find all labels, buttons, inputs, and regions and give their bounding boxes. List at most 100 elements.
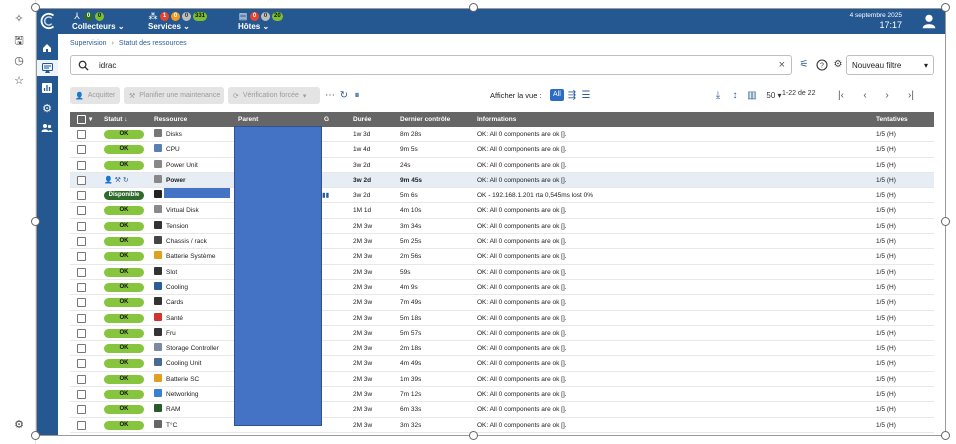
table-row[interactable]: OK Virtual Disk 1M 1d 4m 10s OK: All 0 compo… (70, 203, 934, 219)
refresh-icon[interactable]: ↻ (338, 89, 350, 102)
table-row[interactable]: OK Disks 1w 3d 8m 28s OK: All 0 components a… (70, 127, 934, 143)
monitoring-icon[interactable] (36, 60, 58, 76)
resource-cell[interactable]: Fru (154, 326, 176, 341)
columns-icon[interactable]: ▥ (746, 89, 758, 102)
maintenance-row-icon[interactable]: ⚒ (115, 177, 121, 184)
pause-icon[interactable]: ⏸ (352, 89, 362, 102)
page-size-select[interactable]: 50 ▾ (764, 89, 784, 102)
row-checkbox[interactable] (77, 374, 86, 384)
row-checkbox[interactable] (77, 390, 86, 400)
table-row[interactable]: OK Chassis / rack 2M 3w 5m 25s OK: All 0 com… (70, 234, 934, 250)
configuration-gear-icon[interactable]: ⚙ (36, 100, 58, 116)
history-icon[interactable]: ◷ (12, 54, 26, 68)
nav-collectors[interactable]: ⅄ 0 0 Collecteurs ⌄ (72, 11, 125, 32)
acknowledge-row-icon[interactable]: 👤 (104, 177, 113, 184)
resize-handle[interactable] (941, 3, 950, 12)
breadcrumb-root[interactable]: Supervision (70, 40, 107, 47)
graph-icon[interactable]: ▮▮ (322, 188, 329, 203)
table-row[interactable]: OK Fru 2M 3w 5m 57s OK: All 0 components are… (70, 326, 934, 342)
resource-cell[interactable]: T°C (154, 418, 177, 433)
view-hierarchy-icon[interactable]: ⇶ (566, 89, 578, 102)
resize-handle[interactable] (31, 431, 40, 440)
view-list-icon[interactable]: ☰ (580, 89, 592, 102)
resize-handle[interactable] (31, 3, 40, 12)
clear-search-icon[interactable]: × (779, 58, 785, 72)
last-page-icon[interactable]: ›| (906, 89, 916, 102)
table-row[interactable]: OK Batterie Système 2M 3w 2m 56s OK: All 0 c… (70, 249, 934, 265)
nav-hosts[interactable]: ▤ 0 0 20 Hôtes ⌄ (238, 11, 283, 31)
table-row[interactable]: OK Tension 2M 3w 3m 34s OK: All 0 components… (70, 219, 934, 235)
acknowledge-button[interactable]: 👤 Acquitter (70, 87, 120, 104)
table-row[interactable]: OK Power Unit 3w 2d 24s OK: All 0 components… (70, 158, 934, 173)
column-parent[interactable]: Parent (238, 112, 258, 127)
more-actions-icon[interactable]: ⋯ (325, 89, 335, 102)
resource-cell[interactable]: Batterie SC (154, 372, 199, 387)
forced-check-button[interactable]: ⟳ Vérification forcée ▾ (228, 87, 320, 104)
table-row[interactable]: OK Batterie SC 2M 3w 1m 39s OK: All 0 compon… (70, 372, 934, 388)
table-row[interactable]: OK Networking 2M 3w 7m 12s OK: All 0 compone… (70, 387, 934, 403)
resize-handle[interactable] (469, 431, 478, 440)
filter-select[interactable]: Nouveau filtre ▾ (846, 55, 934, 75)
gear-icon[interactable]: ⚙ (12, 418, 26, 432)
resource-cell[interactable]: Cooling (154, 280, 188, 295)
column-status[interactable]: Statut ↓ (104, 112, 127, 127)
resource-cell[interactable]: Power (154, 173, 186, 188)
column-tries[interactable]: Tentatives (876, 112, 908, 127)
export-download-icon[interactable]: ⤓ (712, 89, 724, 102)
row-checkbox[interactable] (77, 267, 86, 277)
resource-cell[interactable]: Cooling Unit (154, 356, 201, 371)
resource-cell[interactable]: Santé (154, 311, 183, 326)
table-row[interactable]: OK Cooling Unit 2M 3w 4m 49s OK: All 0 compo… (70, 356, 934, 372)
row-checkbox[interactable] (77, 191, 86, 201)
star-icon[interactable]: ☆ (12, 74, 26, 88)
magic-wand-icon[interactable]: ✧ (12, 12, 26, 26)
next-page-icon[interactable]: › (882, 89, 892, 102)
user-icon[interactable] (920, 12, 938, 30)
table-row[interactable]: OK Slot 2M 3w 59s OK: All 0 components are o… (70, 265, 934, 280)
row-checkbox[interactable] (77, 420, 86, 430)
app-logo-icon[interactable] (40, 11, 58, 31)
row-checkbox[interactable] (77, 175, 86, 185)
resource-cell[interactable]: Slot (154, 265, 177, 280)
select-menu-chevron-icon[interactable]: ▾ (89, 112, 92, 127)
row-checkbox[interactable] (77, 359, 86, 369)
table-row[interactable]: 👤 ⚒ ↻ Power 3w 2d 9m 45s OK: All 0 component… (70, 172, 934, 189)
save-icon[interactable]: 🖫 (12, 34, 26, 48)
first-page-icon[interactable]: |‹ (836, 89, 846, 102)
search-input[interactable] (99, 59, 739, 72)
resource-cell[interactable]: Power Unit (154, 158, 198, 173)
resource-cell[interactable]: Virtual Disk (154, 203, 199, 218)
filter-settings-icon[interactable]: ⚟ (798, 59, 810, 71)
resource-cell[interactable]: CPU (154, 142, 180, 157)
row-checkbox[interactable] (77, 298, 86, 308)
check-row-icon[interactable]: ↻ (123, 177, 129, 184)
table-row[interactable]: OK Cooling 2M 3w 4m 9s OK: All 0 components … (70, 280, 934, 296)
administration-users-icon[interactable] (36, 120, 58, 136)
table-row[interactable]: OK Santé 2M 3w 5m 18s OK: All 0 components a… (70, 311, 934, 326)
row-checkbox[interactable] (77, 328, 86, 338)
table-row[interactable]: OK T°C 2M 3w 3m 32s OK: All 0 components are… (70, 418, 934, 433)
row-checkbox[interactable] (77, 405, 86, 415)
table-row[interactable]: OK Storage Controller 2M 3w 2m 18s OK: All 0… (70, 341, 934, 357)
column-duration[interactable]: Durée (353, 112, 371, 127)
resource-cell[interactable]: Tension (154, 219, 188, 234)
row-checkbox[interactable] (77, 160, 86, 170)
row-checkbox[interactable] (77, 206, 86, 216)
breadcrumb-current[interactable]: Statut des ressources (119, 40, 187, 47)
row-checkbox[interactable] (77, 344, 86, 354)
select-all-checkbox[interactable] (77, 115, 86, 124)
home-icon[interactable] (36, 40, 58, 56)
resize-handle[interactable] (941, 431, 950, 440)
column-graph[interactable]: G (324, 112, 329, 127)
resource-cell[interactable]: Cards (154, 295, 183, 310)
resource-cell[interactable]: Networking (154, 387, 199, 402)
column-last-check[interactable]: Dernier contrôle (400, 112, 450, 127)
column-resource[interactable]: Ressource (154, 112, 187, 127)
table-row[interactable]: OK CPU 1w 4d 9m 5s OK: All 0 components are … (70, 142, 934, 158)
row-checkbox[interactable] (77, 313, 86, 323)
row-checkbox[interactable] (77, 282, 86, 292)
view-all-button[interactable]: All (550, 89, 564, 101)
help-icon[interactable]: ? (816, 59, 828, 71)
schedule-maintenance-button[interactable]: ⚒ Planifier une maintenance (124, 87, 224, 104)
row-checkbox[interactable] (77, 252, 86, 262)
